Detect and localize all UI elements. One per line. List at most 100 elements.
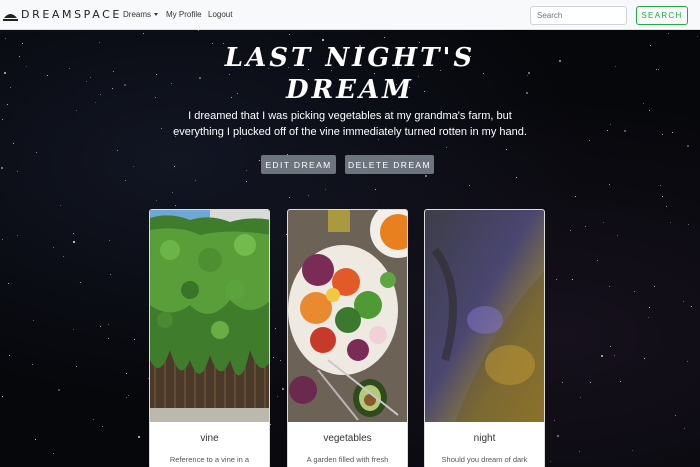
star [75,366,77,368]
card-text: Should you dream of dark [441,455,528,464]
star [597,259,599,261]
star [107,324,109,326]
search-input[interactable] [530,6,627,25]
star [73,328,75,330]
star [93,418,95,420]
star [574,196,576,198]
chevron-down-icon [154,13,159,16]
night-image [425,210,544,422]
star [133,338,135,340]
star [572,278,574,280]
star [155,199,157,201]
star [606,129,608,131]
star [102,425,104,427]
navbar: DREAMSPACE Dreams My Profile Logout SEAR… [0,0,700,30]
delete-dream-button[interactable]: DELETE DREAM [345,155,434,174]
star [589,381,591,383]
vegetables-image [288,210,407,422]
star [281,388,284,391]
star [588,139,590,141]
star [662,134,664,136]
star [12,142,14,144]
search-button[interactable]: SEARCH [636,6,688,25]
star [383,37,385,39]
title-line-2: DREAM [286,75,414,105]
star [579,396,581,398]
star [446,146,448,148]
star [60,205,62,207]
dream-card-vine[interactable]: vine Reference to a vine in a [149,209,270,467]
card-title: vegetables [323,433,372,444]
star [63,256,65,258]
nav-logout[interactable]: Logout [208,10,232,19]
card-text: Reference to a vine in a [169,455,250,464]
brand-name[interactable]: DREAMSPACE [21,8,122,21]
star [617,234,619,236]
star [675,415,676,417]
star [246,169,248,171]
star [425,175,428,178]
star [258,159,260,161]
star [683,428,685,430]
star [610,345,612,347]
star [324,188,326,190]
star [633,290,635,292]
star [515,176,517,178]
dream-card-night[interactable]: night Should you dream of dark [424,209,545,467]
star [600,355,603,358]
star [667,33,669,35]
vine-image [150,210,269,422]
star [34,438,36,440]
star [687,223,689,225]
star [647,316,649,318]
star [160,128,162,130]
star [648,110,650,112]
star [174,204,176,206]
star [557,434,560,437]
star [2,118,4,120]
star [76,109,78,111]
star [1,167,4,170]
star [570,230,572,232]
star [137,436,140,439]
star [553,419,555,421]
star [469,185,471,187]
star [32,363,34,365]
star [375,189,377,191]
star [687,360,689,362]
star [276,395,278,397]
star [608,184,610,186]
star [274,328,276,330]
star [132,166,134,168]
star [610,124,612,126]
star [5,37,7,39]
star [555,279,557,281]
star [672,132,674,134]
star [649,307,651,309]
nav-my-profile[interactable]: My Profile [166,10,202,19]
star [171,191,173,193]
nav-dreams-label: Dreams [123,10,152,19]
star [623,129,626,132]
star [100,326,102,328]
star [578,451,580,453]
star [280,360,282,362]
star [322,38,325,41]
star [126,372,128,374]
nav-dreams-dropdown[interactable]: Dreams [123,10,159,19]
star [73,240,76,243]
star [665,205,667,207]
star [2,238,4,240]
star [110,273,112,275]
star [506,149,508,151]
star [109,240,111,242]
star [686,145,689,148]
star [107,337,109,339]
star [80,281,82,283]
star [608,285,610,287]
star [245,180,247,182]
edit-dream-button[interactable]: EDIT DREAM [261,155,336,174]
star [53,246,55,248]
star [307,194,309,196]
dream-card-vegetables[interactable]: vegetables A garden filled with fresh [287,209,408,467]
